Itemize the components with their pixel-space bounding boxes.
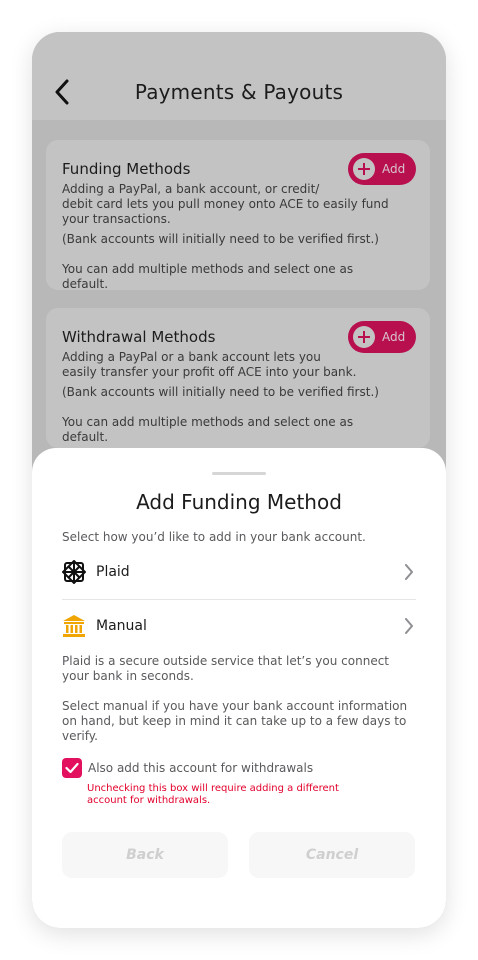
funding-note: (Bank accounts will initially need to be…: [62, 232, 379, 246]
text-line: Select manual if you have your bank acco…: [62, 699, 408, 713]
option-divider: [62, 599, 416, 600]
funding-methods-card: Funding Methods Add Adding a PayPal, a b…: [46, 140, 430, 291]
option-manual-label: Manual: [96, 618, 147, 634]
app-header: Payments & Payouts: [32, 32, 446, 120]
sheet-subtitle: Select how you’d like to add in your ban…: [62, 530, 366, 544]
add-funding-button[interactable]: Add: [348, 153, 416, 185]
option-manual[interactable]: Manual: [62, 602, 416, 650]
add-funding-sheet: Add Funding Method Select how you’d like…: [32, 448, 446, 928]
text-line: Adding a PayPal, a bank account, or cred…: [62, 182, 320, 196]
sheet-drag-handle[interactable]: [212, 472, 266, 475]
page-title: Payments & Payouts: [134, 80, 344, 104]
option-plaid[interactable]: Plaid: [62, 548, 416, 596]
funding-multi-note: You can add multiple methods and select …: [62, 262, 354, 291]
text-line: debit card lets you pull money onto ACE …: [62, 197, 389, 211]
withdrawal-note: (Bank accounts will initially need to be…: [62, 385, 379, 399]
cancel-button[interactable]: Cancel: [249, 832, 415, 878]
bank-icon: [62, 614, 86, 638]
withdrawal-methods-title: Withdrawal Methods: [62, 328, 216, 346]
plus-icon: [353, 326, 375, 348]
text-line: easily transfer your profit off ACE into…: [62, 365, 357, 379]
add-withdrawal-label: Add: [382, 330, 406, 344]
text-line: account for withdrawals.: [87, 795, 211, 806]
text-line: Plaid is a secure outside service that l…: [62, 654, 389, 668]
funding-description: Adding a PayPal, a bank account, or cred…: [62, 182, 402, 227]
plaid-icon: [62, 560, 86, 584]
plus-icon: [353, 158, 375, 180]
text-line: your bank in seconds.: [62, 669, 194, 683]
text-line: on hand, but keep in mind it can take up…: [62, 714, 407, 728]
text-line: verify.: [62, 729, 98, 743]
withdrawal-multi-note: You can add multiple methods and select …: [62, 415, 354, 444]
withdrawal-methods-card: Withdrawal Methods Add Adding a PayPal o…: [46, 308, 430, 448]
withdrawal-checkbox[interactable]: [62, 758, 82, 778]
manual-info: Select manual if you have your bank acco…: [62, 699, 418, 744]
back-button-sheet[interactable]: Back: [62, 832, 228, 878]
add-funding-label: Add: [382, 162, 406, 176]
uncheck-warning: Unchecking this box will require adding …: [87, 783, 367, 807]
checkmark-icon: [65, 762, 79, 774]
text-line: Adding a PayPal or a bank account lets y…: [62, 350, 321, 364]
sheet-title: Add Funding Method: [136, 490, 342, 514]
funding-methods-title: Funding Methods: [62, 160, 191, 178]
text-line: your transactions.: [62, 212, 171, 226]
withdrawal-checkbox-row: Also add this account for withdrawals: [62, 758, 313, 778]
option-plaid-label: Plaid: [96, 564, 130, 580]
chevron-right-icon: [402, 617, 416, 635]
text-line: Unchecking this box will require adding …: [87, 783, 339, 794]
withdrawal-description: Adding a PayPal or a bank account lets y…: [62, 350, 402, 380]
phone-frame: Payments & Payouts Funding Methods Add A…: [32, 32, 446, 928]
withdrawal-checkbox-label: Also add this account for withdrawals: [88, 761, 314, 775]
chevron-right-icon: [402, 563, 416, 581]
add-withdrawal-button[interactable]: Add: [348, 321, 416, 353]
plaid-info: Plaid is a secure outside service that l…: [62, 654, 418, 684]
